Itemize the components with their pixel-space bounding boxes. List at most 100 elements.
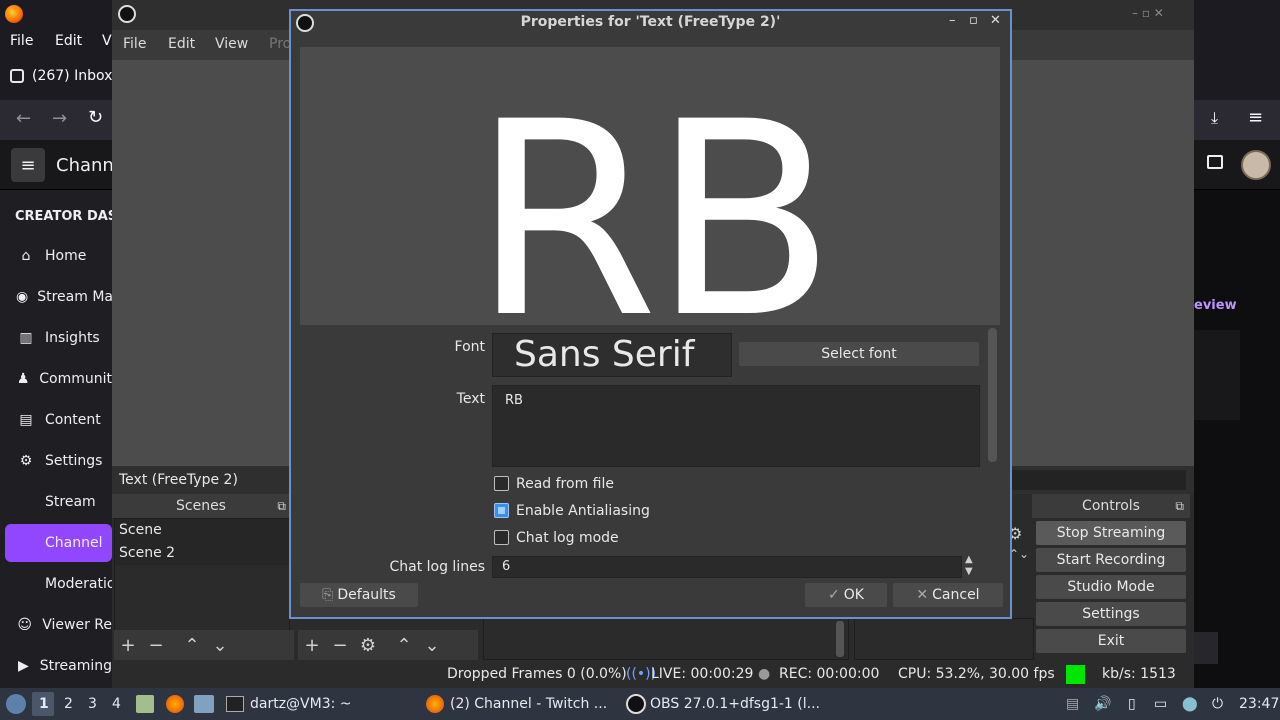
firefox-icon (426, 695, 444, 713)
volume-icon[interactable]: 🔊 (1094, 696, 1111, 712)
sidebar-item-home[interactable]: ⌂ Home (0, 237, 112, 275)
obs-menu-file[interactable]: File (123, 36, 146, 52)
home-icon: ⌂ (21, 248, 31, 264)
cpu-usage: CPU: 53.2%, 30.00 fps (898, 666, 1055, 682)
window-controls-icon[interactable]: – ▫ ✕ (1132, 6, 1164, 20)
move-up-icon[interactable]: ⌃ (390, 631, 418, 659)
obs-menu-view[interactable]: View (215, 36, 248, 52)
terminal-icon (226, 696, 244, 712)
sidebar-item-stream[interactable]: Stream (0, 483, 112, 521)
reload-icon[interactable]: ↻ (88, 107, 103, 128)
chat-log-mode-label: Chat log mode (516, 530, 619, 546)
stream-health-indicator (1066, 665, 1085, 684)
preview-link[interactable]: eview (1194, 298, 1237, 313)
remove-scene-icon[interactable]: − (142, 631, 170, 659)
maximize-icon[interactable]: ▫ (969, 13, 978, 28)
font-label: Font (454, 339, 485, 355)
reset-icon: ⎘ (322, 587, 334, 603)
defaults-button[interactable]: ⎘ Defaults (300, 583, 418, 607)
spinner-icon[interactable]: ⌃⌄ (1009, 547, 1029, 561)
text-label: Text (456, 391, 485, 407)
list-item[interactable]: Scene (115, 519, 289, 542)
scenes-list: Scene Scene 2 (114, 518, 290, 632)
sidebar-item-viewer-rewards[interactable]: ☺ Viewer Re (0, 606, 112, 644)
menu-icon[interactable]: ≡ (1248, 107, 1263, 128)
task-browser[interactable]: (2) Channel - Twitch ... (450, 696, 607, 712)
sidebar-item-insights[interactable]: ▥ Insights (0, 319, 112, 357)
sidebar-item-channel[interactable]: Channel (5, 524, 112, 562)
move-down-icon[interactable]: ⌄ (418, 631, 446, 659)
sidebar-item-community[interactable]: ♟ Communit (0, 360, 112, 398)
move-down-icon[interactable]: ⌄ (206, 631, 234, 659)
close-icon[interactable]: ✕ (990, 13, 1001, 28)
studio-mode-button[interactable]: Studio Mode (1036, 575, 1186, 599)
start-menu-icon[interactable] (6, 694, 26, 714)
sidebar-item-content[interactable]: ▤ Content (0, 401, 112, 439)
spinner-down-icon[interactable]: ▼ (965, 566, 973, 578)
move-up-icon[interactable]: ⌃ (178, 631, 206, 659)
clipboard-icon[interactable]: ▯ (1128, 696, 1136, 712)
back-icon[interactable]: ← (16, 108, 31, 129)
enable-antialiasing-checkbox[interactable] (494, 503, 509, 518)
mixer-scrollbar[interactable] (836, 621, 844, 657)
workspace-4[interactable]: 4 (112, 696, 121, 712)
files-icon[interactable] (136, 695, 154, 713)
read-from-file-checkbox[interactable] (494, 476, 509, 491)
updates-icon[interactable]: ⬤ (1182, 696, 1198, 712)
cancel-button[interactable]: ✕ Cancel (893, 583, 1003, 607)
exit-button[interactable]: Exit (1036, 629, 1186, 653)
add-source-icon[interactable]: + (298, 631, 326, 659)
browser-menu-view[interactable]: V (102, 33, 112, 49)
browser-tab-inbox[interactable]: (267) Inbox (32, 68, 112, 84)
obs-menu-edit[interactable]: Edit (168, 36, 195, 52)
task-obs[interactable]: OBS 27.0.1+dfsg1-1 (l... (650, 696, 820, 712)
chat-log-lines-input[interactable]: 6 (492, 556, 962, 578)
spinner-up-icon[interactable]: ▲ (965, 554, 973, 566)
sidebar-item-streaming[interactable]: ▶ Streaming (0, 647, 112, 685)
scenes-dock-title: Scenes ⧉ (112, 494, 290, 518)
gear-icon[interactable]: ⚙ (354, 631, 382, 659)
task-terminal[interactable]: dartz@VM3: ~ (250, 696, 352, 712)
preview-text: RB (472, 65, 836, 325)
power-icon[interactable]: ⏻ (1212, 696, 1223, 712)
form-scrollbar[interactable] (988, 328, 997, 462)
avatar[interactable] (1241, 150, 1271, 180)
remove-source-icon[interactable]: − (326, 631, 354, 659)
stop-streaming-button[interactable]: Stop Streaming (1036, 521, 1186, 545)
list-item[interactable]: Scene 2 (115, 542, 289, 565)
workspace-3[interactable]: 3 (88, 696, 97, 712)
text-input[interactable]: RB (492, 385, 980, 467)
whispers-icon[interactable] (1207, 155, 1223, 169)
download-icon[interactable]: ⤓ (1211, 108, 1218, 128)
sidebar-item-settings[interactable]: ⚙ Settings (0, 442, 112, 480)
select-font-button[interactable]: Select font (739, 342, 979, 366)
ok-button[interactable]: ✓ OK (805, 583, 887, 607)
lock-icon[interactable]: ▤ (1066, 696, 1079, 712)
network-icon[interactable]: ▭ (1154, 696, 1167, 712)
start-recording-button[interactable]: Start Recording (1036, 548, 1186, 572)
chart-icon: ▥ (19, 330, 33, 346)
forward-icon[interactable]: → (52, 108, 67, 129)
undock-icon[interactable]: ⧉ (1175, 494, 1184, 518)
folder-icon[interactable] (194, 695, 214, 713)
content-card (1194, 632, 1218, 664)
browser-menu-edit[interactable]: Edit (55, 33, 82, 49)
dropped-frames: Dropped Frames 0 (0.0%) (447, 666, 627, 682)
minimize-icon[interactable]: – (949, 13, 956, 28)
settings-button[interactable]: Settings (1036, 602, 1186, 626)
browser-menu-file[interactable]: File (10, 33, 33, 49)
add-scene-icon[interactable]: + (114, 631, 142, 659)
chat-log-mode-checkbox[interactable] (494, 530, 509, 545)
hamburger-icon[interactable]: ≡ (11, 148, 45, 182)
obs-menu-profile[interactable]: Pro (269, 36, 291, 52)
sidebar-item-stream-manager[interactable]: ◉ Stream Ma (0, 278, 112, 316)
workspace-1[interactable]: 1 (39, 696, 49, 712)
selected-source-label: Text (FreeType 2) (119, 472, 238, 488)
close-icon: ✕ (916, 587, 929, 603)
firefox-icon[interactable] (166, 695, 184, 713)
read-from-file-label: Read from file (516, 476, 614, 492)
sidebar-item-moderation[interactable]: Moderatio (0, 565, 112, 603)
sources-toolbar: + − ⚙ ⌃ ⌄ (298, 630, 478, 660)
workspace-2[interactable]: 2 (64, 696, 73, 712)
undock-icon[interactable]: ⧉ (277, 494, 286, 518)
